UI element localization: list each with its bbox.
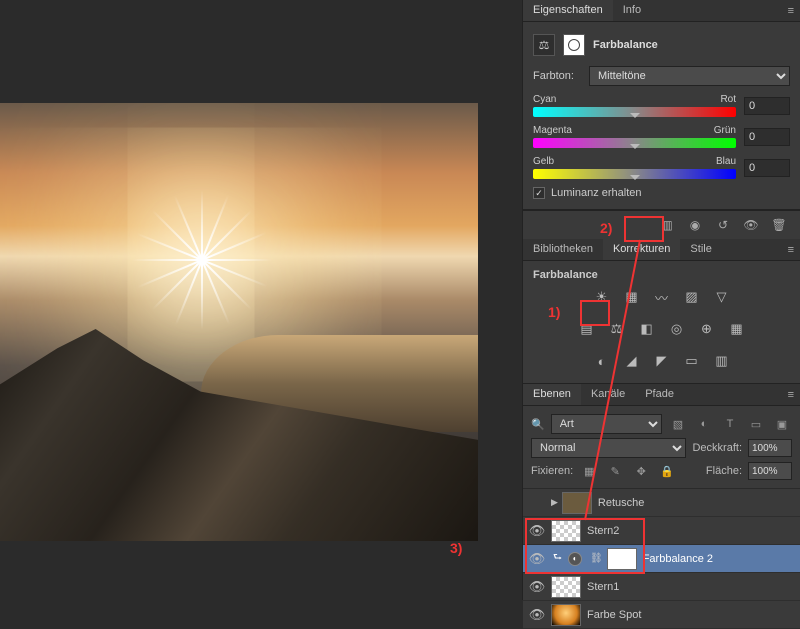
adj-gradientmap-icon[interactable]: ▭ [680,351,704,371]
label-blue: Blau [716,156,736,167]
layer-stern2[interactable]: 👁 Stern2 [523,517,800,545]
layer-stern1[interactable]: 👁 Stern1 [523,573,800,601]
tab-eigenschaften[interactable]: Eigenschaften [523,0,613,21]
tab-info[interactable]: Info [613,0,651,21]
adjustment-title: Farbbalance [593,39,658,51]
filter-adjust-icon[interactable]: ◐ [694,415,714,433]
lock-label: Fixieren: [531,465,573,477]
blend-mode-select[interactable]: Normal [531,438,686,458]
layer-filter-select[interactable]: Art [551,414,662,434]
properties-panel: ⚖ Farbbalance Farbton: Mitteltöne Cyan Ro… [523,22,800,210]
filter-smart-icon[interactable]: ▣ [772,415,792,433]
visibility-toggle[interactable]: 👁 [523,523,551,539]
adjustment-thumbnail: ◐ [568,552,582,566]
adj-threshold-icon[interactable]: ◤ [650,351,674,371]
reset-icon[interactable]: ↺ [710,215,736,235]
mask-thumbnail[interactable] [607,548,637,570]
adj-selectivecolor-icon[interactable]: ▥ [710,351,734,371]
filter-type-icon[interactable]: T [720,415,740,433]
balance-icon: ⚖ [533,34,555,56]
lock-all-icon[interactable]: 🔒 [657,462,677,480]
slider-yellow-blue[interactable] [533,169,736,179]
adj-invert-icon[interactable]: ◐ [590,351,614,371]
adj-exposure-icon[interactable]: ▨ [680,287,704,307]
adj-colorbalance-icon[interactable]: ⚖ [605,319,629,339]
tab-stile[interactable]: Stile [680,239,721,260]
layers-menu-icon[interactable]: ≡ [782,385,800,405]
slider-cyan-red[interactable] [533,107,736,117]
farbton-select[interactable]: Mitteltöne [589,66,790,86]
fill-label: Fläche: [706,465,742,477]
delete-adjustment-icon[interactable]: 🗑 [766,215,792,235]
document-image [0,103,478,541]
clip-indicator-icon: ⮑ [553,550,562,567]
value-magenta-green[interactable] [744,128,790,146]
luminance-checkbox[interactable]: ✓ [533,187,545,199]
layer-name[interactable]: Farbbalance 2 [643,553,713,565]
adj-curves-icon[interactable]: 〰 [650,287,674,307]
layer-farbespot[interactable]: 👁 Farbe Spot [523,601,800,629]
layer-name[interactable]: Farbe Spot [587,609,641,621]
layer-group-retusche[interactable]: ▶ Retusche [523,489,800,517]
value-cyan-red[interactable] [744,97,790,115]
lock-transparent-icon[interactable]: ▦ [579,462,599,480]
view-previous-icon[interactable]: ◉ [682,215,708,235]
toggle-visibility-icon[interactable]: 👁 [738,215,764,235]
adj-bw-icon[interactable]: ◧ [635,319,659,339]
fill-input[interactable] [748,462,792,480]
filter-shape-icon[interactable]: ▭ [746,415,766,433]
adj-vibrance-icon[interactable]: ▽ [710,287,734,307]
mask-icon[interactable] [563,34,585,56]
opacity-input[interactable] [748,439,792,457]
tab-korrekturen[interactable]: Korrekturen [603,239,680,260]
layer-name[interactable]: Retusche [598,497,644,509]
canvas-area[interactable] [0,0,522,600]
adj-hue-icon[interactable]: ▤ [575,319,599,339]
layer-thumbnail [551,576,581,598]
label-yellow: Gelb [533,156,554,167]
adj-photofilter-icon[interactable]: ◎ [665,319,689,339]
filter-pixel-icon[interactable]: ▧ [668,415,688,433]
farbton-label: Farbton: [533,70,581,82]
visibility-toggle[interactable]: 👁 [523,607,551,623]
tab-bibliotheken[interactable]: Bibliotheken [523,239,603,260]
adj-levels-icon[interactable]: ▦ [620,287,644,307]
layer-farbbalance2[interactable]: 👁 ⮑ ◐ ⛓ Farbbalance 2 [523,545,800,573]
slider-magenta-green[interactable] [533,138,736,148]
label-cyan: Cyan [533,94,556,105]
layer-thumbnail [551,520,581,542]
tab-pfade[interactable]: Pfade [635,384,684,405]
layer-thumbnail [551,604,581,626]
opacity-label: Deckkraft: [692,442,742,454]
layer-name[interactable]: Stern1 [587,581,619,593]
expand-icon[interactable]: ▶ [551,497,558,508]
lock-paint-icon[interactable]: ✎ [605,462,625,480]
lock-position-icon[interactable]: ✥ [631,462,651,480]
adjustments-title: Farbbalance [533,269,790,281]
adjustments-menu-icon[interactable]: ≡ [782,240,800,260]
adj-channelmixer-icon[interactable]: ⊕ [695,319,719,339]
link-icon[interactable]: ⛓ [590,553,603,564]
tab-kanale[interactable]: Kanäle [581,384,635,405]
adj-posterize-icon[interactable]: ◢ [620,351,644,371]
luminance-label: Luminanz erhalten [551,187,642,199]
label-green: Grün [714,125,736,136]
clip-to-layer-icon[interactable]: ▥ [654,215,680,235]
visibility-toggle[interactable]: 👁 [523,579,551,595]
label-magenta: Magenta [533,125,572,136]
visibility-toggle[interactable]: 👁 [523,551,551,567]
layer-name[interactable]: Stern2 [587,525,619,537]
adj-brightness-icon[interactable]: ☀ [590,287,614,307]
panel-menu-icon[interactable]: ≡ [782,1,800,21]
properties-footer: ▥ ◉ ↺ 👁 🗑 [523,210,800,239]
properties-tabs: Eigenschaften Info ≡ [523,0,800,22]
layer-list: ▶ Retusche 👁 Stern2 👁 ⮑ ◐ ⛓ Farbbalance … [523,489,800,629]
value-yellow-blue[interactable] [744,159,790,177]
folder-icon [562,492,592,514]
tab-ebenen[interactable]: Ebenen [523,384,581,405]
adjustments-grid: ☀ ▦ 〰 ▨ ▽ ▤ ⚖ ◧ ◎ ⊕ ▦ ◐ ◢ ◤ ▭ ▥ [533,281,790,377]
adj-colorlookup-icon[interactable]: ▦ [725,319,749,339]
label-rot: Rot [720,94,736,105]
